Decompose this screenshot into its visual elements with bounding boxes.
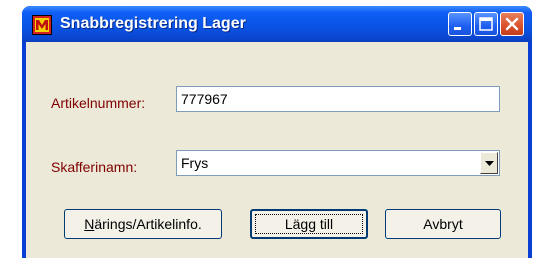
window-title: Snabbregistrering Lager	[60, 15, 246, 32]
minimize-icon	[454, 27, 461, 30]
cancel-button-label: Avbryt	[423, 216, 463, 232]
maximize-button[interactable]	[474, 12, 498, 36]
nutrition-article-info-button[interactable]: Närings/Artikelinfo.	[64, 209, 222, 239]
close-button[interactable]	[500, 12, 524, 36]
dialog-window: Snabbregistrering Lager Artikelnummer: 7…	[22, 6, 532, 258]
article-number-label: Artikelnummer:	[51, 95, 146, 111]
close-icon	[505, 17, 519, 31]
chevron-down-icon	[485, 161, 494, 166]
dialog-body: Artikelnummer: 777967 Skafferinamn: Frys…	[26, 42, 528, 258]
pantry-name-label: Skafferinamn:	[51, 159, 138, 175]
maximize-icon	[479, 17, 493, 31]
pantry-name-select[interactable]: Frys	[176, 150, 500, 176]
pantry-name-value: Frys	[181, 155, 209, 171]
cancel-button[interactable]: Avbryt	[385, 209, 501, 239]
app-icon	[32, 15, 52, 35]
add-button[interactable]: Lägg till	[250, 209, 368, 239]
title-bar[interactable]: Snabbregistrering Lager	[22, 6, 532, 42]
minimize-button[interactable]	[448, 12, 472, 36]
nutrition-label-rest: ärings/Artikelinfo.	[94, 216, 202, 232]
article-number-input[interactable]: 777967	[176, 86, 500, 112]
nutrition-mnemonic: N	[84, 216, 95, 232]
dropdown-arrow-button[interactable]	[480, 152, 498, 174]
